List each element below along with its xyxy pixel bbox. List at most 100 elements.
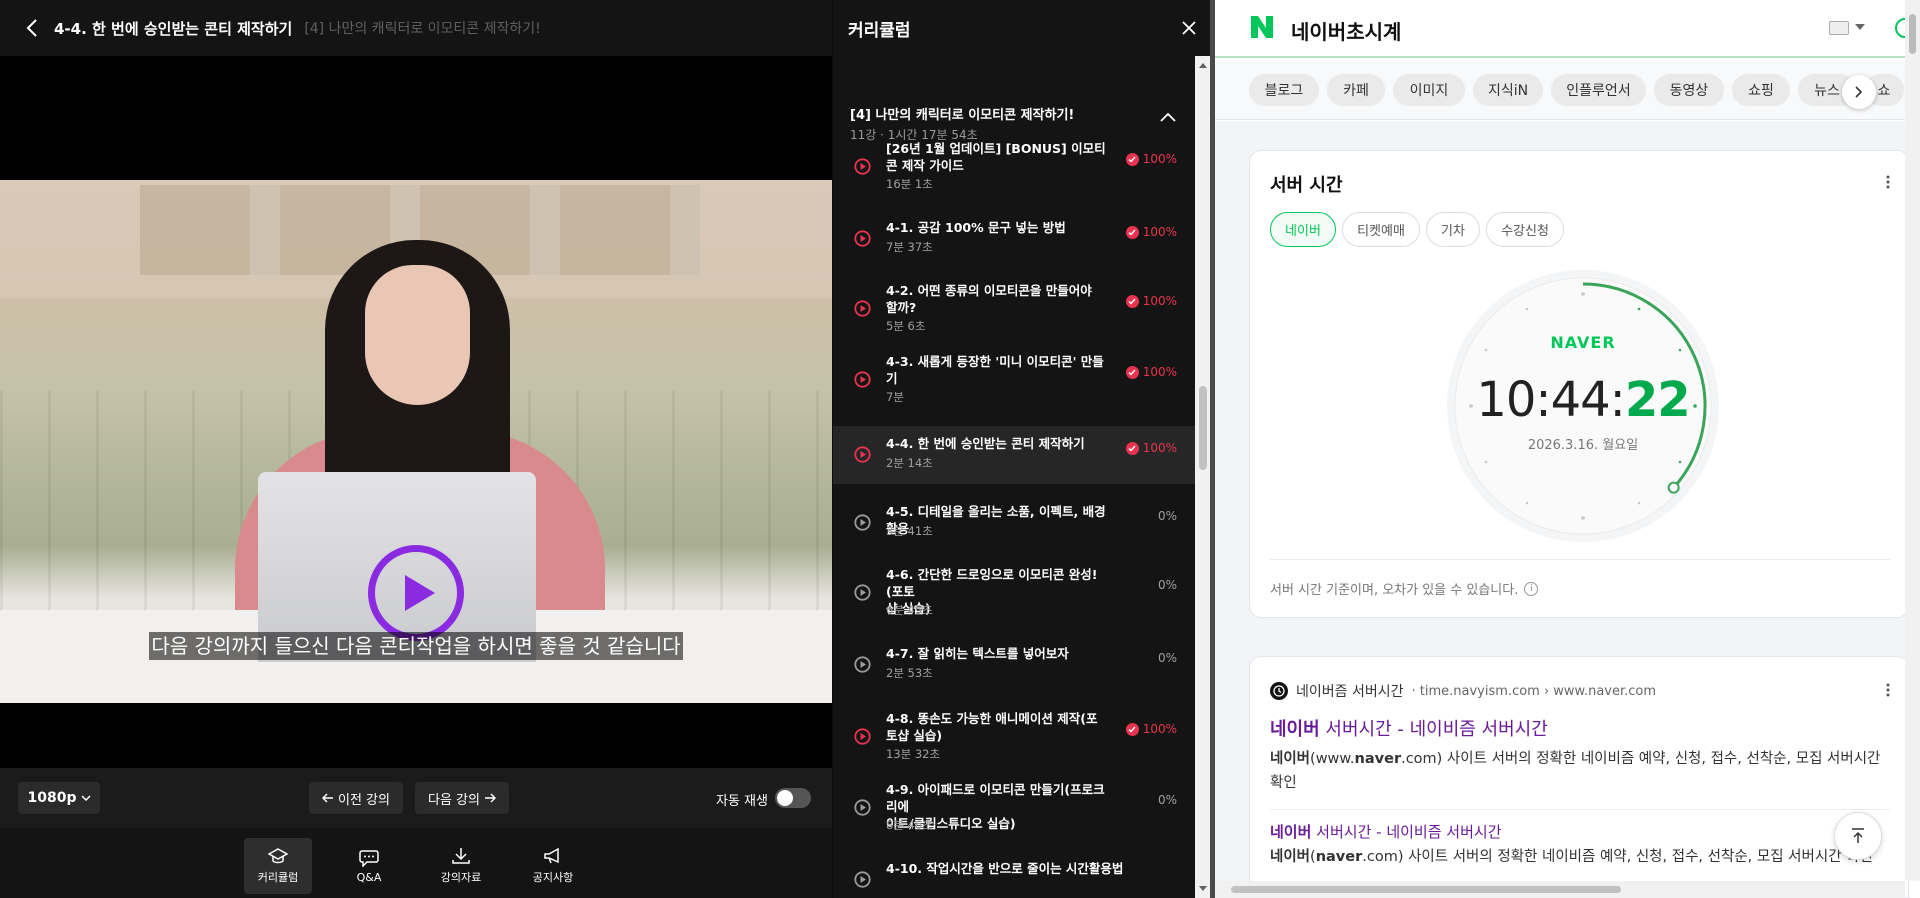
tab-shopping[interactable]: 쇼핑 bbox=[1732, 74, 1790, 106]
scroll-up-icon[interactable] bbox=[1198, 60, 1208, 70]
prev-lecture-label: 이전 강의 bbox=[338, 792, 390, 808]
lesson-progress: 100% bbox=[1125, 365, 1177, 379]
lesson-progress: 100% bbox=[1125, 152, 1177, 166]
course-title: [4] 나만의 캐릭터로 이모티콘 제작하기! bbox=[304, 21, 541, 37]
lesson-item[interactable]: 4-5. 디테일을 올리는 소품, 이펙트, 배경 활용 3분 41초 0% bbox=[833, 494, 1195, 552]
next-lecture-label: 다음 강의 bbox=[428, 792, 480, 808]
lesson-title-line1: 4-7. 잘 읽히는 텍스트를 넣어보자 bbox=[886, 646, 1069, 661]
browser-horizontal-scrollbar[interactable] bbox=[1215, 881, 1905, 898]
lesson-progress: 100% bbox=[1125, 225, 1177, 239]
result-sub-title-bold: 네이버 bbox=[1270, 823, 1312, 841]
chip-course[interactable]: 수강신청 bbox=[1486, 212, 1564, 247]
chevron-up-icon[interactable] bbox=[1160, 112, 1176, 122]
lesson-item[interactable]: 4-6. 간단한 드로잉으로 이모티콘 완성!(포토 샵 실습) 6분 45초 0% bbox=[833, 558, 1195, 628]
back-button[interactable] bbox=[22, 18, 42, 38]
lesson-title-line2: 기 bbox=[886, 371, 898, 386]
scroll-down-icon[interactable] bbox=[1198, 883, 1208, 893]
nav-tab-label: 커리큘럼 bbox=[257, 871, 299, 884]
curriculum-list: [4] 나만의 캐릭터로 이모티콘 제작하기! 11강 · 1시간 17분 54… bbox=[833, 56, 1195, 898]
lesson-title-line1: 4-6. 간단한 드로잉으로 이모티콘 완성!(포토 bbox=[886, 567, 1098, 599]
tab-video[interactable]: 동영상 bbox=[1654, 74, 1724, 106]
result-sub-link[interactable]: 네이버 서버시간 - 네이비즘 서버시간 bbox=[1270, 821, 1502, 842]
autoplay-toggle[interactable] bbox=[775, 788, 811, 808]
lesson-item[interactable]: 4-4. 한 번에 승인받는 콘티 제작하기 2분 14초 100% bbox=[833, 426, 1195, 484]
video-area[interactable]: 다음 강의까지 들으신 다음 콘티작업을 하시면 좋을 것 같습니다 bbox=[0, 56, 832, 768]
check-icon bbox=[1125, 722, 1139, 736]
tabs-next-button[interactable] bbox=[1842, 75, 1876, 109]
nav-tab-materials[interactable]: 강의자료 bbox=[427, 838, 495, 894]
lesson-item[interactable]: 4-3. 새롭게 등장한 '미니 이모티콘' 만들 기 7분 100% bbox=[833, 345, 1195, 415]
scroll-to-top-button[interactable] bbox=[1834, 812, 1882, 860]
tab-blog[interactable]: 블로그 bbox=[1249, 74, 1319, 106]
prev-lecture-button[interactable]: 이전 강의 bbox=[309, 782, 403, 814]
lesson-play-icon bbox=[854, 300, 871, 317]
info-icon[interactable]: i bbox=[1524, 581, 1539, 596]
tab-cafe[interactable]: 카페 bbox=[1327, 74, 1385, 106]
clock-tick bbox=[1678, 460, 1682, 464]
lesson-title: 4-4. 한 번에 승인받는 콘티 제작하기 bbox=[886, 435, 1108, 452]
tab-image[interactable]: 이미지 bbox=[1393, 74, 1465, 106]
app-root: 4-4. 한 번에 승인받는 콘티 제작하기 [4] 나만의 캐릭터로 이모티콘… bbox=[0, 0, 1920, 898]
arrow-left-icon bbox=[322, 793, 333, 803]
lesson-title-line1: 4-9. 아이패드로 이모티콘 만들기(프로크리에 bbox=[886, 782, 1105, 814]
more-vertical-icon[interactable] bbox=[1886, 175, 1890, 189]
nav-tab-label: Q&A bbox=[356, 870, 382, 884]
toggle-knob bbox=[777, 790, 793, 806]
more-vertical-icon[interactable] bbox=[1886, 683, 1890, 697]
check-icon bbox=[1125, 441, 1139, 455]
nav-tab-curriculum[interactable]: 커리큘럼 bbox=[244, 838, 312, 894]
clock-time-hm: 10:44: bbox=[1476, 372, 1625, 428]
nav-tab-qna[interactable]: Q&A bbox=[335, 838, 403, 894]
lesson-progress: 0% bbox=[1158, 578, 1177, 592]
server-time-note-text: 서버 시간 기준이며, 오차가 있을 수 있습니다. bbox=[1270, 583, 1519, 598]
caret-down-icon[interactable] bbox=[1855, 24, 1865, 30]
lesson-item[interactable]: 4-10. 작업시간을 반으로 줄이는 시간활용법 bbox=[833, 851, 1195, 898]
video-frame[interactable] bbox=[0, 180, 832, 703]
curriculum-scroll-thumb[interactable] bbox=[1199, 386, 1207, 470]
keyboard-icon[interactable] bbox=[1829, 21, 1849, 35]
chip-naver[interactable]: 네이버 bbox=[1270, 212, 1336, 247]
lesson-title: [26년 1월 업데이트] [BONUS] 이모티 콘 제작 가이드 bbox=[886, 140, 1108, 174]
player-bar: 1080p 이전 강의 다음 강의 자동 재생 bbox=[0, 768, 832, 898]
lesson-item[interactable]: 4-8. 똥손도 가능한 애니메이션 제작(포 토샵 실습) 13분 32초 100% bbox=[833, 702, 1195, 772]
result-description: 네이버(www.naver.com) 사이트 서버의 정확한 네이비즘 예약, … bbox=[1270, 747, 1890, 795]
curriculum-scrollbar[interactable] bbox=[1195, 56, 1211, 898]
play-button[interactable] bbox=[368, 545, 464, 641]
arrow-right-icon bbox=[484, 793, 496, 803]
clock-favicon-icon bbox=[1270, 682, 1288, 700]
close-curriculum-button[interactable] bbox=[1178, 17, 1200, 39]
server-time-note: 서버 시간 기준이며, 오차가 있을 수 있습니다. i bbox=[1270, 579, 1539, 598]
search-query[interactable]: 네이버초시계 bbox=[1291, 16, 1401, 45]
arrow-up-icon bbox=[1852, 828, 1864, 843]
result-source[interactable]: 네이버즘 서버시간 · time.navyism.com › www.naver… bbox=[1270, 681, 1656, 701]
lesson-title: 4-8. 똥손도 가능한 애니메이션 제작(포 토샵 실습) bbox=[886, 710, 1108, 744]
chip-ticket[interactable]: 티켓예매 bbox=[1342, 212, 1420, 247]
next-lecture-button[interactable]: 다음 강의 bbox=[415, 782, 509, 814]
desc-text: .com) 사이트 서버의 정확한 네이비즘 예약, 신청, 접수, 선착순, … bbox=[1362, 849, 1873, 865]
nav-tab-notice[interactable]: 공지사항 bbox=[519, 838, 587, 894]
subtitle-text: 다음 강의까지 들으신 다음 콘티작업을 하시면 좋을 것 같습니다 bbox=[149, 632, 683, 660]
download-icon bbox=[452, 848, 470, 864]
curriculum-header: 커리큘럼 bbox=[833, 0, 1211, 56]
chip-train[interactable]: 기차 bbox=[1426, 212, 1480, 247]
lesson-item[interactable]: [26년 1월 업데이트] [BONUS] 이모티 콘 제작 가이드 16분 1초 1… bbox=[833, 132, 1195, 202]
lesson-item[interactable]: 4-7. 잘 읽히는 텍스트를 넣어보자 2분 53초 0% bbox=[833, 636, 1195, 694]
result-sub-title-rest: 서버시간 - 네이비즘 서버시간 bbox=[1311, 823, 1502, 841]
lesson-title: 4-10. 작업시간을 반으로 줄이는 시간활용법 bbox=[886, 860, 1186, 877]
lesson-item[interactable]: 4-1. 공감 100% 문구 넣는 방법 7분 37초 100% bbox=[833, 210, 1195, 268]
result-title-link[interactable]: 네이버 서버시간 - 네이비즘 서버시간 bbox=[1270, 715, 1548, 741]
result-divider bbox=[1270, 809, 1890, 810]
tab-influencer[interactable]: 인플루언서 bbox=[1551, 74, 1646, 106]
lesson-item[interactable]: 4-9. 아이패드로 이모티콘 만들기(프로크리에 이트/클립스튜디오 실습) 8분… bbox=[833, 773, 1195, 843]
browser-vertical-scrollbar[interactable] bbox=[1905, 0, 1920, 880]
lesson-play-icon bbox=[854, 656, 871, 673]
browser-vertical-thumb[interactable] bbox=[1909, 14, 1916, 54]
tab-kin[interactable]: 지식iN bbox=[1473, 74, 1543, 106]
browser-horizontal-thumb[interactable] bbox=[1231, 886, 1621, 893]
naver-logo-icon[interactable] bbox=[1249, 14, 1275, 40]
lesson-title-line1: [26년 1월 업데이트] [BONUS] 이모티 bbox=[886, 141, 1106, 156]
quality-select[interactable]: 1080p bbox=[18, 782, 100, 814]
control-row: 1080p 이전 강의 다음 강의 자동 재생 bbox=[0, 768, 832, 828]
lesson-item[interactable]: 4-2. 어떤 종류의 이모티콘을 만들어야 할까? 5분 6초 100% bbox=[833, 274, 1195, 344]
lesson-title: 4-7. 잘 읽히는 텍스트를 넣어보자 bbox=[886, 645, 1108, 662]
